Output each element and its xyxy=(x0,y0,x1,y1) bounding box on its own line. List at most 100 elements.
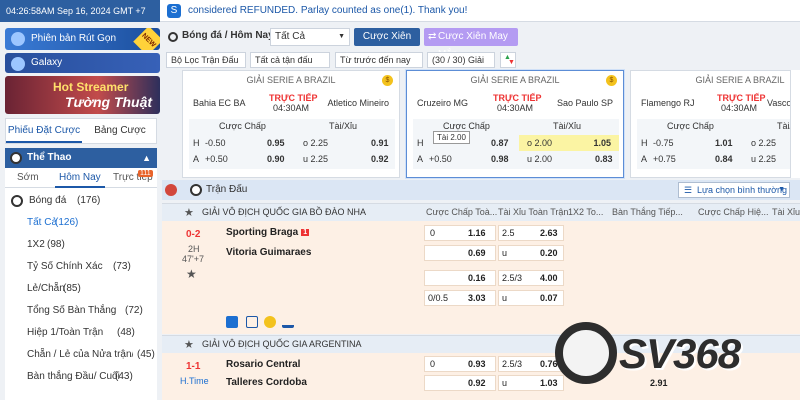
lucky-parlay-button[interactable]: ⇄Cược Xiên May Mắn xyxy=(424,28,518,60)
tab-betslip[interactable]: Phiếu Đặt Cược xyxy=(6,119,82,143)
card-league: GIẢI SERIE A BRAZIL xyxy=(695,75,785,85)
streamer-line1: Hot Streamer xyxy=(53,80,129,94)
list-icon: ☰ xyxy=(684,185,693,195)
side-label: H xyxy=(641,138,648,148)
league-name: GIẢI VÔ ĐỊCH QUỐC GIA BỒ ĐÀO NHA xyxy=(202,207,367,217)
odd-cell[interactable]: 0.87 xyxy=(491,135,509,151)
hdp-line: +0.50 xyxy=(205,154,228,164)
featured-match-card[interactable]: GIẢI SERIE A BRAZIL Flamengo RJ TRỰC TIẾ… xyxy=(630,70,800,178)
sidebar-item-first-last-goal[interactable]: Bàn thắng Đầu/ Cuối (43) xyxy=(5,366,157,388)
star-icon[interactable]: ★ xyxy=(184,338,194,351)
odd-cell[interactable]: 0.90 xyxy=(267,151,285,167)
ou-line: u 2.25 xyxy=(751,154,777,164)
odd-cell[interactable]: 0.92 xyxy=(371,151,389,167)
quick-version-label: Phiên bản Rút Gọn xyxy=(31,33,117,44)
sidebar-item-count: (73) xyxy=(113,261,131,272)
order-dropdown[interactable]: Từ trước đến nay xyxy=(335,52,423,68)
sports-header[interactable]: Thể Thao ▲ xyxy=(5,148,157,168)
sidebar-item-ht-ft[interactable]: Hiệp 1/Toàn Trận (48) xyxy=(5,322,157,344)
ou-line: o 2.25 xyxy=(751,138,777,148)
clock: 04:26:58AM Sep 16, 2024 GMT +7 xyxy=(0,0,160,22)
sidebar-item-odd-even[interactable]: Lẻ/Chẵn (85) xyxy=(5,278,157,300)
odd-value: 1.16 xyxy=(468,228,486,238)
chevron-down-icon: ▼ xyxy=(778,186,785,193)
home-team: Sporting Braga 1 xyxy=(226,227,310,238)
scroll-handle[interactable] xyxy=(790,70,800,178)
sort-mode-dropdown[interactable]: ☰ Lựa chọn bình thường ▼ xyxy=(678,182,790,198)
odd-cell[interactable]: 0.98 xyxy=(491,151,509,167)
hdp-line: +0.75 xyxy=(653,154,676,164)
odd-cell[interactable]: 0.83 xyxy=(595,151,613,167)
ou-over-cell[interactable]: o 2.00 1.05 xyxy=(519,135,619,151)
stats-table-icon[interactable] xyxy=(246,316,258,328)
odd-value: 4.00 xyxy=(540,273,558,283)
announcement-marquee[interactable]: considered REFUNDED. Parlay counted as o… xyxy=(188,0,467,22)
parlay-button[interactable]: Cược Xiên xyxy=(354,28,420,46)
ou-line: 2.5/3 xyxy=(502,359,523,369)
soccer-ball-icon xyxy=(190,184,202,196)
streamer-line2: Tường Thuật xyxy=(65,94,153,110)
league-filter-dropdown[interactable]: (30 / 30) Giải xyxy=(427,52,495,68)
match-period: H.Time xyxy=(180,376,209,386)
sidebar-item-total-goals[interactable]: Tổng Số Bàn Thắng (72) xyxy=(5,300,157,322)
column-header: Bàn Thắng Tiếp... xyxy=(612,207,683,217)
collapse-icon[interactable] xyxy=(165,184,177,196)
sidebar-item-all[interactable]: Tất Cả (126) xyxy=(5,212,157,234)
coin-icon[interactable] xyxy=(264,316,276,328)
sidebar-item-correct-score[interactable]: Tỷ Số Chính Xác (73) xyxy=(5,256,157,278)
hdp-line: 0 xyxy=(430,359,436,369)
bet-type-dropdown[interactable]: Tất cả tận đấu xyxy=(250,52,330,68)
logo-text: SV368 xyxy=(619,330,741,377)
ou-line: o 2.00 xyxy=(527,138,553,148)
odd-cell[interactable]: 0.84 xyxy=(715,151,733,167)
sidebar-item-1x2[interactable]: 1X2 (98) xyxy=(5,234,157,256)
chart-icon[interactable] xyxy=(282,316,294,328)
sidebar-item-soccer[interactable]: Bóng đá (176) xyxy=(5,190,157,212)
tab-today[interactable]: Hôm Nay xyxy=(55,168,105,188)
card-away-team: Sao Paulo SP xyxy=(556,98,613,108)
live-label: TRỰC TIẾP xyxy=(493,93,542,103)
star-icon[interactable]: ★ xyxy=(184,206,194,219)
odd-cell[interactable]: 0.95 xyxy=(267,135,285,151)
sidebar-item-count: (43) xyxy=(115,371,133,382)
match-score: 1-1 xyxy=(186,361,201,372)
ou-line: 2.5 xyxy=(502,228,515,238)
quick-version-banner[interactable]: Phiên bản Rút Gọn NEW xyxy=(5,28,160,50)
phone-icon xyxy=(11,32,25,46)
red-card-badge: 1 xyxy=(301,228,310,236)
sidebar-item-count: (176) xyxy=(77,195,101,206)
over-under-header: Tài/Xỉu xyxy=(553,121,582,131)
favorite-star-icon[interactable] xyxy=(226,316,238,328)
soccer-ball-icon xyxy=(11,195,23,207)
announcement-icon: S xyxy=(167,4,181,18)
sidebar-item-label: Tỷ Số Chính Xác xyxy=(27,261,103,272)
market-select[interactable]: Tất Cả ▼ xyxy=(270,28,350,46)
sidebar-item-count: (48) xyxy=(117,327,135,338)
sort-arrows-icon[interactable]: ▲ ▼ xyxy=(500,52,516,68)
galaxy-icon xyxy=(11,57,25,71)
galaxy-banner[interactable]: Galaxy xyxy=(5,53,160,73)
odd-value: 0.07 xyxy=(540,293,558,303)
coin-icon: $ xyxy=(606,75,617,86)
card-home-team: Cruzeiro MG xyxy=(417,98,469,108)
sidebar-item-half-odd-even[interactable]: Chẵn / Lẻ của Nửa trận/T... (45) xyxy=(5,344,157,366)
featured-match-card[interactable]: GIẢI SERIE A BRAZIL $ Cruzeiro MG TRỰC T… xyxy=(406,70,624,178)
kickoff-time: 04:30AM xyxy=(497,103,534,113)
tab-bet-board[interactable]: Bảng Cược xyxy=(82,119,158,143)
sidebar-item-count: (85) xyxy=(63,283,81,294)
column-header: Tài Xỉu H xyxy=(772,207,800,217)
odd-cell[interactable]: 0.91 xyxy=(371,135,389,151)
hdp-line: +0.50 xyxy=(429,154,452,164)
featured-match-card[interactable]: GIẢI SERIE A BRAZIL $ Bahia EC BA TRỰC T… xyxy=(182,70,400,178)
chevron-down-icon: ▼ xyxy=(338,33,345,40)
star-icon[interactable]: ★ xyxy=(186,267,197,281)
hdp-line: 0 xyxy=(430,228,436,238)
odd-cell[interactable]: 1.01 xyxy=(715,135,733,151)
card-league: GIẢI SERIE A BRAZIL xyxy=(246,75,336,85)
away-team: Vitoria Guimaraes xyxy=(226,247,312,258)
home-team: Rosario Central xyxy=(226,359,301,370)
match-filter-dropdown[interactable]: Bộ Lọc Trận Đấu xyxy=(166,52,246,68)
sidebar-item-label: Tổng Số Bàn Thắng xyxy=(27,305,117,316)
tab-early[interactable]: Sớm xyxy=(17,168,39,188)
hot-streamer-banner[interactable]: Hot Streamer Tường Thuật xyxy=(5,76,160,114)
